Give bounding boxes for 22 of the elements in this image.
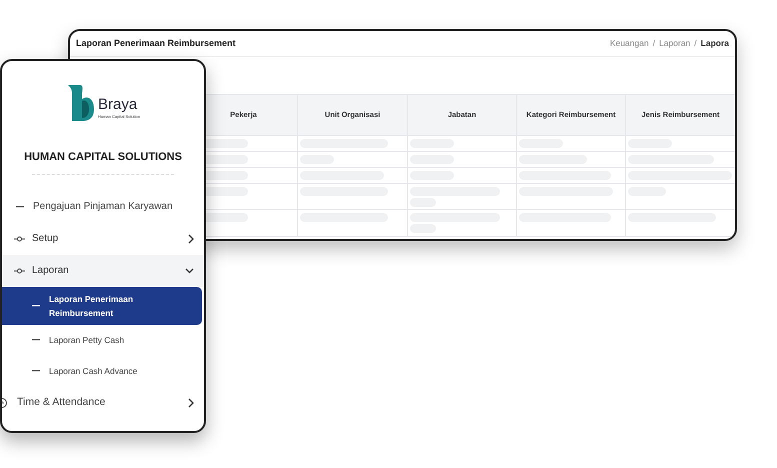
sidebar-title: HUMAN CAPITAL SOLUTIONS [23, 150, 183, 165]
breadcrumb-link[interactable]: Laporan [659, 37, 690, 50]
node-icon [14, 268, 25, 274]
submenu-item[interactable]: Laporan Petty Cash [2, 324, 204, 356]
logo-mark-icon [66, 83, 96, 123]
menu-item[interactable]: Time & Attendance [17, 394, 179, 410]
breadcrumb-separator: / [652, 37, 656, 50]
logo-text: Braya [98, 96, 138, 114]
dash-icon [32, 304, 40, 306]
dash-icon [32, 339, 40, 341]
breadcrumb-link[interactable]: Lapora [700, 37, 729, 50]
dash-icon [16, 206, 24, 208]
page-title: Laporan Penerimaan Reimbursement [76, 36, 236, 50]
breadcrumb-link[interactable]: Keuangan [610, 37, 649, 50]
submenu-item[interactable]: Laporan Cash Advance [2, 356, 204, 386]
submenu-item[interactable]: Laporan Penerimaan Reimbursement [2, 286, 202, 324]
menu-item[interactable]: Setup [32, 231, 181, 246]
menu-item[interactable]: Pengajuan Pinjaman Karyawan [33, 199, 173, 214]
breadcrumb-separator: / [694, 37, 697, 50]
clock-icon [2, 398, 8, 408]
node-icon [14, 236, 25, 242]
dash-icon [32, 370, 40, 372]
